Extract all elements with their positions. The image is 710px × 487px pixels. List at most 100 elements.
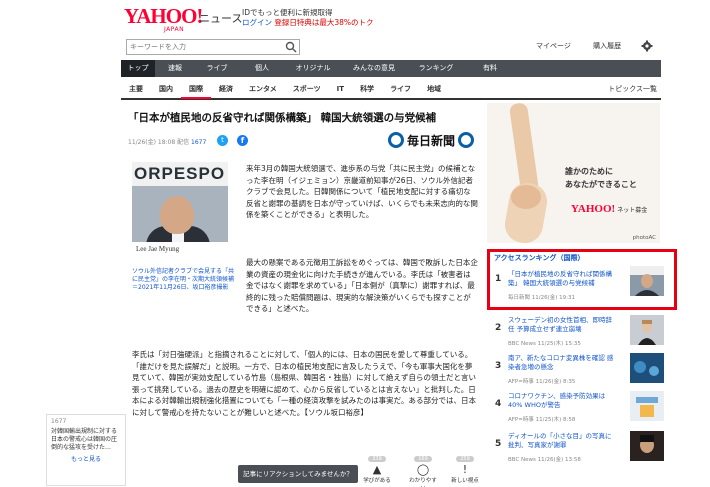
topnav-paid[interactable]: 有料 [465,60,515,77]
rank-thumbnail[interactable] [630,431,664,461]
login-link[interactable]: ログイン [242,18,272,27]
floating-comment-widget[interactable]: 1677 対韓国輸出規制に対する日本の警戒心は韓国の圧倒的な猛攻を受けた… もっ… [46,414,126,486]
rank-thumbnail[interactable] [630,266,664,296]
reaction-count: 339 [368,456,386,462]
rank-title[interactable]: 「日本が植民地の反省守れば関係構築」 韓国大統領選の与党候補 [508,270,618,288]
ad-logo: YAHOO! ネット募金 [571,203,647,215]
ad-arm [508,103,540,194]
source-name: 毎日新聞 [407,133,456,148]
rank-title[interactable]: コロナワクチン、感染予防効果は40% WHOが警告 [508,392,618,410]
widget-more-link[interactable]: もっと見る [47,454,125,463]
article-paragraph: 最大の懸案である元徴用工訴訟をめぐっては、韓国で敗訴した日本企業の資産の現金化に… [246,258,478,313]
subnav-economy[interactable]: 経済 [211,79,241,99]
ad-copy-line: あなたができること [565,180,637,189]
ad-logo-text: YAHOO! [571,203,616,215]
header-links: マイページ 購入履歴 [536,41,641,51]
topnav-original[interactable]: オリジナル [285,60,341,77]
reaction-new-view-button[interactable]: 259 ! 新しい視点 [450,456,480,484]
widget-text[interactable]: 対韓国輸出規制に対する日本の警戒心は韓国の圧倒的な猛攻を受けた… [47,428,125,452]
rank-title[interactable]: 南ア、新たなコロナ変異株を確認 感染者急増の懸念 [508,354,618,372]
exclamation-icon: ! [462,463,468,476]
photo-backdrop-lettering: ORPESPO [134,164,226,183]
ad-copy: 誰かのために あなたができること [565,165,637,191]
gear-icon[interactable] [641,40,653,52]
promo-line1[interactable]: IDでもっと便利に新規取得 [242,8,374,18]
source-logo[interactable]: 毎日新聞 [388,131,475,149]
article-meta: 11/26(金) 18:08 配信 1677 [128,137,206,146]
article-date: 11/26(金) 18:08 配信 [128,139,190,146]
search-icon[interactable] [285,41,297,53]
photo-caption[interactable]: ソウル外信記者クラブで会見する「共に民主党」の李在明・次期大統領候補＝2021年… [132,268,238,292]
purchase-history-link[interactable]: 購入履歴 [593,42,621,50]
reaction-clear-button[interactable]: 169 ◯ わかりやすい [408,456,438,487]
search-input[interactable] [127,40,277,54]
rank-thumbnail[interactable] [630,315,664,345]
mainichi-ring-icon [388,132,404,148]
article-photo[interactable]: ORPESPO Lee Jae Myung [132,162,228,258]
rank-source: 毎日新聞 11/26(金) 19:31 [508,295,575,301]
ranking-item[interactable]: 5 ディオールの「小さな目」の写真に批判、写真家が謝罪 BBC News 11/… [494,427,666,467]
ad-logo-sub: ネット募金 [617,207,648,214]
rank-number: 5 [495,439,502,449]
rank-number: 2 [495,323,502,333]
article-title: 「日本が植民地の反省守れば関係構築」 韓国大統領選の与党候補 [128,112,437,124]
topnav-ranking[interactable]: ランキング [407,60,465,77]
rank-title[interactable]: ディオールの「小さな目」の写真に批判、写真家が謝罪 [508,432,618,450]
ranking-item[interactable]: 2 スウェーデン初の女性首相、即時辞任 予算成立せず連立崩壊 BBC News … [494,311,666,351]
topnav-top[interactable]: トップ [121,60,155,77]
comment-count[interactable]: 1677 [191,139,206,146]
reaction-count: 169 [414,456,432,462]
top-nav: トップ 速報 ライブ 個人 オリジナル みんなの意見 ランキング 有料 [121,60,661,77]
search-box [126,39,300,55]
logo-sub: JAPAN [164,26,185,33]
rank-number: 3 [495,361,502,371]
graduation-cap-icon: ▲ [372,463,382,476]
subnav-local[interactable]: 地域 [419,79,449,99]
name-plate-text: Lee Jae Myung [136,245,180,253]
widget-count: 1677 [51,418,67,425]
topnav-breaking[interactable]: 速報 [155,60,195,77]
topnav-opinions[interactable]: みんなの意見 [341,60,407,77]
brand-news[interactable]: ニュース [199,10,242,26]
rank-source: BBC News 11/26(金) 13:58 [508,457,581,463]
rank-source: BBC News 11/25(木) 15:35 [508,341,581,347]
rank-number: 4 [495,399,502,409]
rank-thumbnail[interactable] [630,391,664,421]
reaction-count: 259 [456,456,474,462]
subnav-entertainment[interactable]: エンタメ [241,79,285,99]
reaction-learn-button[interactable]: 339 ▲ 学びがある [362,456,392,484]
subnav-life[interactable]: ライフ [382,79,419,99]
subnav-domestic[interactable]: 国内 [151,79,181,99]
ranking-item[interactable]: 4 コロナワクチン、感染予防効果は40% WHOが警告 AFP=時事 11/25… [494,387,666,427]
promo-line2[interactable]: 登録日特典は最大38%のトク [274,18,373,27]
category-nav: 主要 国内 国際 経済 エンタメ スポーツ IT 科学 ライフ 地域 トピックス… [121,80,661,100]
topnav-individual[interactable]: 個人 [239,60,285,77]
subnav-main[interactable]: 主要 [121,79,151,99]
twitter-share-icon[interactable]: t [217,135,228,146]
mainichi-ring-icon [458,132,475,148]
article-paragraph: 李氏は「対日強硬派」と指摘されることに対して、「個人的には、日本の国民を愛して尊… [132,350,476,417]
topnav-live[interactable]: ライブ [195,60,239,77]
topics-list-link[interactable]: トピックス一覧 [600,79,661,99]
ad-copy-line: 誰かのために [565,167,613,176]
rank-source: AFP=時事 11/26(金) 8:35 [508,379,576,385]
subnav-sports[interactable]: スポーツ [285,79,329,99]
lightbulb-icon: ◯ [416,463,430,476]
subnav-world[interactable]: 国際 [181,79,211,99]
ranking-item[interactable]: 3 南ア、新たなコロナ変異株を確認 感染者急増の懸念 AFP=時事 11/26(… [494,349,666,389]
rank-thumbnail[interactable] [630,353,664,383]
my-page-link[interactable]: マイページ [536,42,571,50]
reaction-prompt: 記事にリアクションしてみませんか？ [238,465,358,483]
ranking-item[interactable]: 1 「日本が植民地の反省守れば関係構築」 韓国大統領選の与党候補 毎日新聞 11… [494,262,666,302]
ad-hand [511,185,541,209]
subnav-it[interactable]: IT [329,79,352,99]
name-plate: Lee Jae Myung [132,242,228,258]
facebook-share-icon[interactable]: f [237,135,248,146]
rank-title[interactable]: スウェーデン初の女性首相、即時辞任 予算成立せず連立崩壊 [508,316,618,334]
reaction-label: 新しい視点 [451,478,479,484]
promo: IDでもっと便利に新規取得 ログイン 登録日特典は最大38%のトク [242,8,374,28]
article-paragraph: 来年3月の韓国大統領選で、進歩系の与党「共に民主党」の候補となった李在明（イジェ… [246,164,478,219]
reaction-label: わかりやすい [409,478,437,487]
charity-ad[interactable]: 誰かのために あなたができること YAHOO! ネット募金 photoAC [487,103,660,243]
subnav-science[interactable]: 科学 [352,79,382,99]
